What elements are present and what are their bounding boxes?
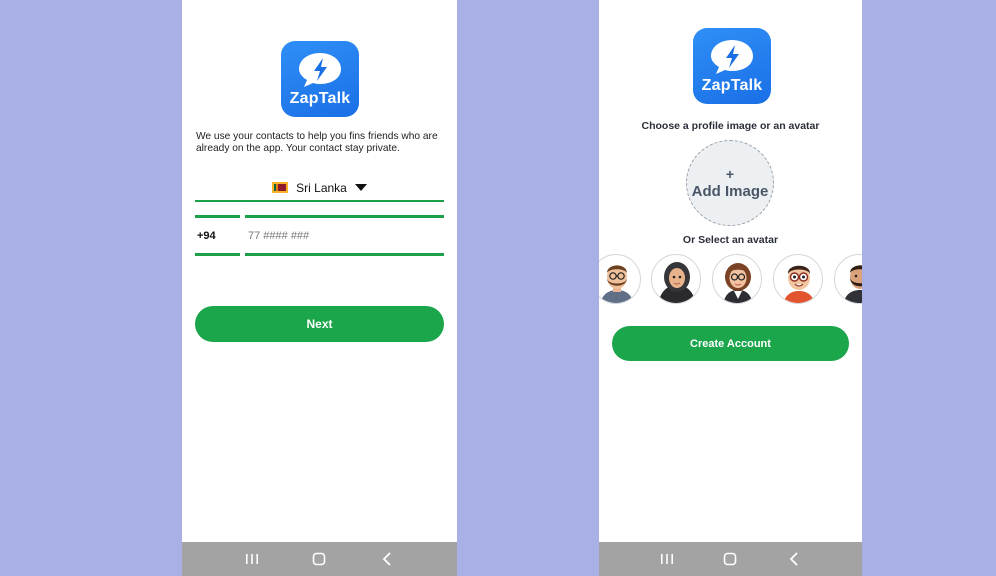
back-icon[interactable]: [782, 547, 806, 571]
avatar-woman-glasses[interactable]: [712, 254, 762, 304]
phone-screen-signup: ZapTalk We use your contacts to help you…: [182, 0, 457, 576]
country-code[interactable]: +94: [195, 215, 240, 256]
plus-icon: +: [725, 165, 735, 182]
add-image-button[interactable]: + Add Image: [686, 140, 774, 226]
system-navbar: [599, 542, 862, 576]
avatar-woman-hijab[interactable]: [651, 254, 701, 304]
country-name: Sri Lanka: [296, 180, 347, 195]
select-avatar-label: Or Select an avatar: [682, 234, 779, 246]
app-name: ZapTalk: [289, 90, 351, 107]
home-icon[interactable]: [307, 547, 331, 571]
phone-screen-profile: ZapTalk Choose a profile image or an ava…: [599, 0, 862, 576]
back-icon[interactable]: [375, 547, 399, 571]
lightning-chat-bubble-icon: [711, 40, 753, 74]
phone-number-input[interactable]: [245, 215, 444, 256]
avatar-man-beard[interactable]: [834, 254, 862, 304]
avatar-boy-glasses[interactable]: [773, 254, 823, 304]
lightning-chat-bubble-icon: [299, 53, 341, 87]
recents-icon[interactable]: [655, 547, 679, 571]
country-code-value: +94: [197, 229, 216, 242]
choose-profile-label: Choose a profile image or an avatar: [641, 120, 820, 132]
avatar-bearded-man-glasses[interactable]: [599, 254, 641, 304]
app-logo: ZapTalk: [693, 28, 771, 104]
caret-down-icon: [354, 184, 367, 191]
app-logo: ZapTalk: [281, 41, 359, 117]
app-name: ZapTalk: [701, 77, 763, 94]
create-account-button[interactable]: Create Account: [612, 326, 849, 361]
recents-icon[interactable]: [240, 547, 264, 571]
home-icon[interactable]: [718, 547, 742, 571]
sri-lanka-flag-icon: [272, 182, 289, 193]
intro-text: We use your contacts to help you fins fr…: [196, 131, 438, 154]
next-button[interactable]: Next: [195, 306, 444, 342]
add-image-label: Add Image: [691, 182, 769, 200]
country-selector[interactable]: Sri Lanka: [195, 175, 444, 202]
system-navbar: [182, 542, 457, 576]
